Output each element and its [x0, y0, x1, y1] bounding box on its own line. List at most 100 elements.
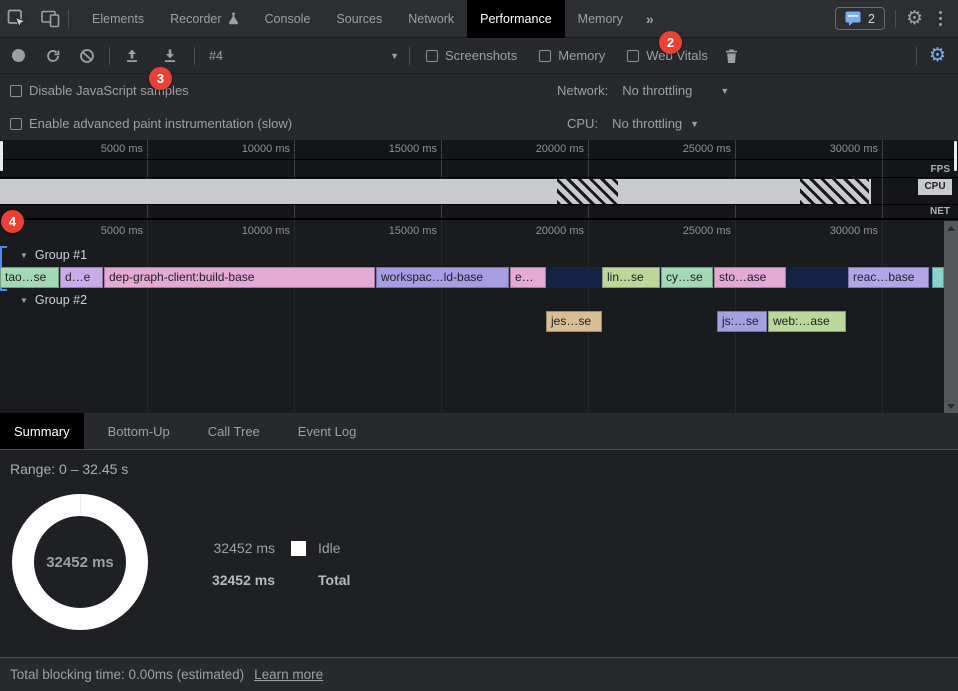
record-button[interactable] — [12, 49, 25, 62]
divider — [68, 10, 69, 28]
expander-icon: ▼ — [20, 296, 28, 305]
main-tabs: ElementsRecorderConsoleSourcesNetworkPer… — [79, 0, 664, 38]
divider — [409, 47, 410, 65]
flame-bar[interactable]: reac…base — [848, 267, 929, 288]
tab-network[interactable]: Network — [395, 0, 467, 38]
tick-label: 10000 ms — [210, 225, 290, 237]
fps-lane: FPS — [0, 160, 958, 178]
flame-bar[interactable]: e… — [510, 267, 546, 288]
settings-gear-icon[interactable]: ⚙ — [906, 9, 923, 28]
main-tabbar: ElementsRecorderConsoleSourcesNetworkPer… — [0, 0, 958, 38]
divider — [916, 47, 917, 65]
divider — [194, 47, 195, 65]
flame-bar[interactable]: sto…ase — [714, 267, 786, 288]
summary-pane: Range: 0 – 32.45 s 32452 ms 32452 ms Idl… — [0, 450, 958, 657]
total-label: Total — [318, 572, 350, 588]
overview-window-handle-left[interactable] — [0, 141, 3, 171]
overview-window-handle-right[interactable] — [954, 141, 957, 171]
group2-track: jes…se js:…seweb:…ase — [0, 311, 944, 332]
checkbox-box — [539, 50, 551, 62]
scroll-down-icon[interactable] — [947, 404, 955, 409]
group1-track: tao…sed…edep-graph-client:build-basework… — [0, 267, 944, 288]
history-label: #4 — [209, 49, 223, 63]
total-blocking-time-text: Total blocking time: 0.00ms (estimated) — [10, 667, 244, 682]
tick-label: 10000 ms — [210, 143, 290, 155]
device-toolbar-icon[interactable] — [34, 4, 68, 34]
timeline-overview[interactable]: 5000 ms10000 ms15000 ms20000 ms25000 ms3… — [0, 140, 958, 219]
checkbox-box — [10, 118, 22, 130]
tick-label: 30000 ms — [798, 143, 878, 155]
cpu-throttling-select[interactable]: CPU: No throttling ▼ — [567, 116, 699, 131]
more-options-icon[interactable] — [933, 11, 948, 26]
checkbox-screenshots[interactable]: Screenshots — [426, 48, 517, 63]
detail-tabbar: Summary Bottom-Up Call Tree Event Log — [0, 413, 958, 450]
inspect-element-icon[interactable] — [0, 4, 34, 34]
flame-bar[interactable]: jes…se — [546, 311, 602, 332]
cpu-lane: CPU — [0, 178, 958, 205]
divider — [895, 10, 896, 28]
chevron-down-icon: ▼ — [390, 51, 399, 61]
tab-more-tabs[interactable]: » — [636, 0, 664, 38]
checkbox-label: Enable advanced paint instrumentation (s… — [29, 116, 292, 131]
cpu-busy-hatch — [800, 179, 869, 204]
net-lane-label: NET — [930, 206, 950, 217]
trash-icon[interactable] — [724, 48, 739, 64]
history-dropdown[interactable]: #4 ▼ — [209, 49, 399, 63]
load-profile-button[interactable] — [124, 48, 140, 64]
checkbox-box — [10, 85, 22, 97]
clear-button[interactable] — [79, 48, 95, 64]
tab-performance[interactable]: Performance — [467, 0, 565, 38]
devtools-window: ElementsRecorderConsoleSourcesNetworkPer… — [0, 0, 958, 691]
chevron-down-icon: ▼ — [720, 86, 729, 96]
tick-label: 15000 ms — [357, 143, 437, 155]
checkbox-advanced-paint-instrumentation[interactable]: Enable advanced paint instrumentation (s… — [10, 116, 292, 131]
group1-label: Group #1 — [35, 248, 87, 262]
fps-lane-label: FPS — [931, 164, 950, 175]
flame-bar[interactable]: dep-graph-client:build-base — [104, 267, 375, 288]
tab-elements[interactable]: Elements — [79, 0, 157, 38]
flame-bar[interactable] — [932, 267, 944, 288]
group1-header[interactable]: ▼ Group #1 — [20, 248, 87, 262]
scroll-up-icon[interactable] — [947, 226, 955, 231]
network-label: Network: — [557, 83, 608, 98]
idle-swatch — [291, 541, 306, 556]
save-profile-button[interactable] — [162, 48, 178, 64]
tick-label: 15000 ms — [357, 225, 437, 237]
tab-bottom-up[interactable]: Bottom-Up — [94, 413, 184, 449]
flame-bar[interactable]: lin…se — [602, 267, 660, 288]
reload-and-record-button[interactable] — [45, 48, 61, 64]
group2-header[interactable]: ▼ Group #2 — [20, 293, 87, 307]
cpu-lane-label: CPU — [918, 179, 952, 195]
tab-event-log[interactable]: Event Log — [284, 413, 371, 449]
flame-bar[interactable]: tao…se — [0, 267, 59, 288]
tab-recorder[interactable]: Recorder — [157, 0, 251, 38]
flame-chart[interactable]: 5000 ms10000 ms15000 ms20000 ms25000 ms3… — [0, 219, 958, 413]
flame-scrollbar[interactable] — [944, 221, 958, 413]
flask-icon — [228, 12, 239, 25]
tab-console[interactable]: Console — [252, 0, 324, 38]
network-throttling-select[interactable]: Network: No throttling ▼ — [557, 83, 729, 98]
overview-ruler: 5000 ms10000 ms15000 ms20000 ms25000 ms3… — [0, 140, 958, 160]
flame-bar[interactable]: cy…se — [661, 267, 713, 288]
capture-settings-gear-icon[interactable]: ⚙ — [929, 46, 946, 65]
tab-sources[interactable]: Sources — [323, 0, 395, 38]
net-lane: NET — [0, 205, 958, 219]
step-badge-2: 2 — [659, 31, 682, 54]
donut-total-label: 32452 ms — [12, 494, 148, 630]
flame-bar[interactable]: d…e — [60, 267, 103, 288]
tab-memory[interactable]: Memory — [565, 0, 636, 38]
flame-bar[interactable]: web:…ase — [768, 311, 846, 332]
tab-call-tree[interactable]: Call Tree — [194, 413, 274, 449]
legend-row-idle: 32452 ms Idle — [205, 538, 350, 558]
flame-bar[interactable]: workspac…ld-base — [376, 267, 509, 288]
legend-row-total: 32452 ms Total — [205, 570, 350, 590]
expander-icon: ▼ — [20, 251, 28, 260]
flame-bar[interactable]: js:…se — [717, 311, 767, 332]
tick-label: 30000 ms — [798, 225, 878, 237]
learn-more-link[interactable]: Learn more — [254, 667, 323, 682]
tab-summary[interactable]: Summary — [0, 413, 84, 449]
tick-label: 25000 ms — [651, 225, 731, 237]
console-messages-pill[interactable]: 2 — [835, 7, 885, 30]
checkbox-memory[interactable]: Memory — [539, 48, 605, 63]
divider — [109, 47, 110, 65]
